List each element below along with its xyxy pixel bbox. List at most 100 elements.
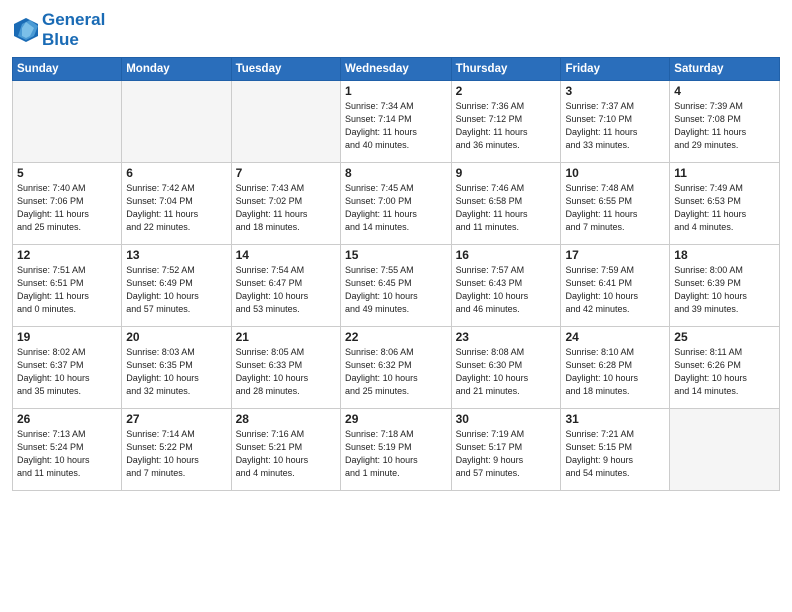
day-number: 5	[17, 166, 117, 180]
logo-text: General Blue	[42, 10, 105, 49]
calendar-cell: 12Sunrise: 7:51 AM Sunset: 6:51 PM Dayli…	[13, 245, 122, 327]
calendar-week-row: 12Sunrise: 7:51 AM Sunset: 6:51 PM Dayli…	[13, 245, 780, 327]
calendar-cell: 18Sunrise: 8:00 AM Sunset: 6:39 PM Dayli…	[670, 245, 780, 327]
day-info: Sunrise: 8:00 AM Sunset: 6:39 PM Dayligh…	[674, 264, 775, 316]
calendar-cell: 19 Sunrise: 8:02 AM Sunset: 6:37 PM Dayli…	[13, 327, 122, 409]
weekday-header-row: SundayMondayTuesdayWednesdayThursdayFrid…	[13, 58, 780, 81]
day-info: Sunrise: 8:10 AM Sunset: 6:28 PM Dayligh…	[565, 346, 665, 398]
day-info: Sunrise: 7:21 AM Sunset: 5:15 PM Dayligh…	[565, 428, 665, 480]
day-info: Sunrise: 7:57 AM Sunset: 6:43 PM Dayligh…	[456, 264, 557, 316]
day-number: 25	[674, 330, 775, 344]
calendar-cell: 26 Sunrise: 7:13 AM Sunset: 5:24 PM Dayli…	[13, 409, 122, 491]
calendar-cell: 9 Sunrise: 7:46 AM Sunset: 6:58 PM Daylig…	[451, 163, 561, 245]
day-number: 6	[126, 166, 226, 180]
weekday-header: Saturday	[670, 58, 780, 81]
day-number: 20	[126, 330, 226, 344]
day-number: 23	[456, 330, 557, 344]
calendar-cell: 28 Sunrise: 7:16 AM Sunset: 5:21 PM Dayli…	[231, 409, 340, 491]
weekday-header: Thursday	[451, 58, 561, 81]
calendar-cell: 5 Sunrise: 7:40 AM Sunset: 7:06 PM Daylig…	[13, 163, 122, 245]
calendar-cell	[122, 81, 231, 163]
calendar-cell: 16 Sunrise: 7:57 AM Sunset: 6:43 PM Dayli…	[451, 245, 561, 327]
calendar-cell: 13 Sunrise: 7:52 AM Sunset: 6:49 PM Dayli…	[122, 245, 231, 327]
day-number: 14	[236, 248, 336, 262]
day-number: 15	[345, 248, 447, 262]
calendar-cell: 25 Sunrise: 8:11 AM Sunset: 6:26 PM Dayli…	[670, 327, 780, 409]
logo: General Blue	[12, 10, 105, 49]
calendar-cell: 7Sunrise: 7:43 AM Sunset: 7:02 PM Daylig…	[231, 163, 340, 245]
calendar-cell	[670, 409, 780, 491]
day-info: Sunrise: 7:40 AM Sunset: 7:06 PM Dayligh…	[17, 182, 117, 234]
day-info: Sunrise: 7:16 AM Sunset: 5:21 PM Dayligh…	[236, 428, 336, 480]
calendar-cell: 29 Sunrise: 7:18 AM Sunset: 5:19 PM Dayli…	[341, 409, 452, 491]
day-info: Sunrise: 7:14 AM Sunset: 5:22 PM Dayligh…	[126, 428, 226, 480]
day-number: 3	[565, 84, 665, 98]
weekday-header: Tuesday	[231, 58, 340, 81]
day-info: Sunrise: 7:18 AM Sunset: 5:19 PM Dayligh…	[345, 428, 447, 480]
day-number: 1	[345, 84, 447, 98]
day-number: 26	[17, 412, 117, 426]
day-info: Sunrise: 7:52 AM Sunset: 6:49 PM Dayligh…	[126, 264, 226, 316]
day-info: Sunrise: 8:11 AM Sunset: 6:26 PM Dayligh…	[674, 346, 775, 398]
weekday-header: Monday	[122, 58, 231, 81]
day-number: 13	[126, 248, 226, 262]
calendar-cell: 2Sunrise: 7:36 AM Sunset: 7:12 PM Daylig…	[451, 81, 561, 163]
calendar-cell	[231, 81, 340, 163]
calendar-table: SundayMondayTuesdayWednesdayThursdayFrid…	[12, 57, 780, 491]
calendar-cell: 10 Sunrise: 7:48 AM Sunset: 6:55 PM Dayli…	[561, 163, 670, 245]
day-number: 11	[674, 166, 775, 180]
day-number: 27	[126, 412, 226, 426]
calendar-cell: 30 Sunrise: 7:19 AM Sunset: 5:17 PM Dayli…	[451, 409, 561, 491]
logo-icon	[12, 16, 40, 44]
day-info: Sunrise: 7:34 AM Sunset: 7:14 PM Dayligh…	[345, 100, 447, 152]
calendar-week-row: 1 Sunrise: 7:34 AM Sunset: 7:14 PM Daylig…	[13, 81, 780, 163]
day-number: 12	[17, 248, 117, 262]
day-info: Sunrise: 7:54 AM Sunset: 6:47 PM Dayligh…	[236, 264, 336, 316]
calendar-cell	[13, 81, 122, 163]
day-info: Sunrise: 7:13 AM Sunset: 5:24 PM Dayligh…	[17, 428, 117, 480]
weekday-header: Friday	[561, 58, 670, 81]
day-number: 8	[345, 166, 447, 180]
day-number: 28	[236, 412, 336, 426]
calendar-cell: 6 Sunrise: 7:42 AM Sunset: 7:04 PM Daylig…	[122, 163, 231, 245]
day-info: Sunrise: 8:08 AM Sunset: 6:30 PM Dayligh…	[456, 346, 557, 398]
day-number: 19	[17, 330, 117, 344]
calendar-cell: 31Sunrise: 7:21 AM Sunset: 5:15 PM Dayli…	[561, 409, 670, 491]
calendar-cell: 4Sunrise: 7:39 AM Sunset: 7:08 PM Daylig…	[670, 81, 780, 163]
calendar-cell: 17Sunrise: 7:59 AM Sunset: 6:41 PM Dayli…	[561, 245, 670, 327]
day-info: Sunrise: 7:42 AM Sunset: 7:04 PM Dayligh…	[126, 182, 226, 234]
day-info: Sunrise: 7:49 AM Sunset: 6:53 PM Dayligh…	[674, 182, 775, 234]
calendar-week-row: 26 Sunrise: 7:13 AM Sunset: 5:24 PM Dayli…	[13, 409, 780, 491]
day-number: 16	[456, 248, 557, 262]
day-number: 30	[456, 412, 557, 426]
calendar-cell: 1 Sunrise: 7:34 AM Sunset: 7:14 PM Daylig…	[341, 81, 452, 163]
day-info: Sunrise: 7:45 AM Sunset: 7:00 PM Dayligh…	[345, 182, 447, 234]
day-number: 21	[236, 330, 336, 344]
day-info: Sunrise: 8:03 AM Sunset: 6:35 PM Dayligh…	[126, 346, 226, 398]
day-info: Sunrise: 7:46 AM Sunset: 6:58 PM Dayligh…	[456, 182, 557, 234]
calendar-week-row: 5 Sunrise: 7:40 AM Sunset: 7:06 PM Daylig…	[13, 163, 780, 245]
weekday-header: Sunday	[13, 58, 122, 81]
calendar-week-row: 19 Sunrise: 8:02 AM Sunset: 6:37 PM Dayli…	[13, 327, 780, 409]
day-info: Sunrise: 8:06 AM Sunset: 6:32 PM Dayligh…	[345, 346, 447, 398]
day-info: Sunrise: 8:02 AM Sunset: 6:37 PM Dayligh…	[17, 346, 117, 398]
calendar-cell: 11 Sunrise: 7:49 AM Sunset: 6:53 PM Dayli…	[670, 163, 780, 245]
day-info: Sunrise: 7:19 AM Sunset: 5:17 PM Dayligh…	[456, 428, 557, 480]
day-info: Sunrise: 8:05 AM Sunset: 6:33 PM Dayligh…	[236, 346, 336, 398]
calendar-cell: 15Sunrise: 7:55 AM Sunset: 6:45 PM Dayli…	[341, 245, 452, 327]
calendar-cell: 8 Sunrise: 7:45 AM Sunset: 7:00 PM Daylig…	[341, 163, 452, 245]
day-number: 4	[674, 84, 775, 98]
day-info: Sunrise: 7:37 AM Sunset: 7:10 PM Dayligh…	[565, 100, 665, 152]
page: General Blue SundayMondayTuesdayWednesda…	[0, 0, 792, 612]
day-info: Sunrise: 7:43 AM Sunset: 7:02 PM Dayligh…	[236, 182, 336, 234]
day-info: Sunrise: 7:59 AM Sunset: 6:41 PM Dayligh…	[565, 264, 665, 316]
day-number: 24	[565, 330, 665, 344]
day-number: 10	[565, 166, 665, 180]
calendar-cell: 14 Sunrise: 7:54 AM Sunset: 6:47 PM Dayli…	[231, 245, 340, 327]
day-info: Sunrise: 7:48 AM Sunset: 6:55 PM Dayligh…	[565, 182, 665, 234]
calendar-cell: 20 Sunrise: 8:03 AM Sunset: 6:35 PM Dayli…	[122, 327, 231, 409]
header: General Blue	[12, 10, 780, 49]
day-number: 29	[345, 412, 447, 426]
calendar-cell: 3 Sunrise: 7:37 AM Sunset: 7:10 PM Daylig…	[561, 81, 670, 163]
day-number: 9	[456, 166, 557, 180]
